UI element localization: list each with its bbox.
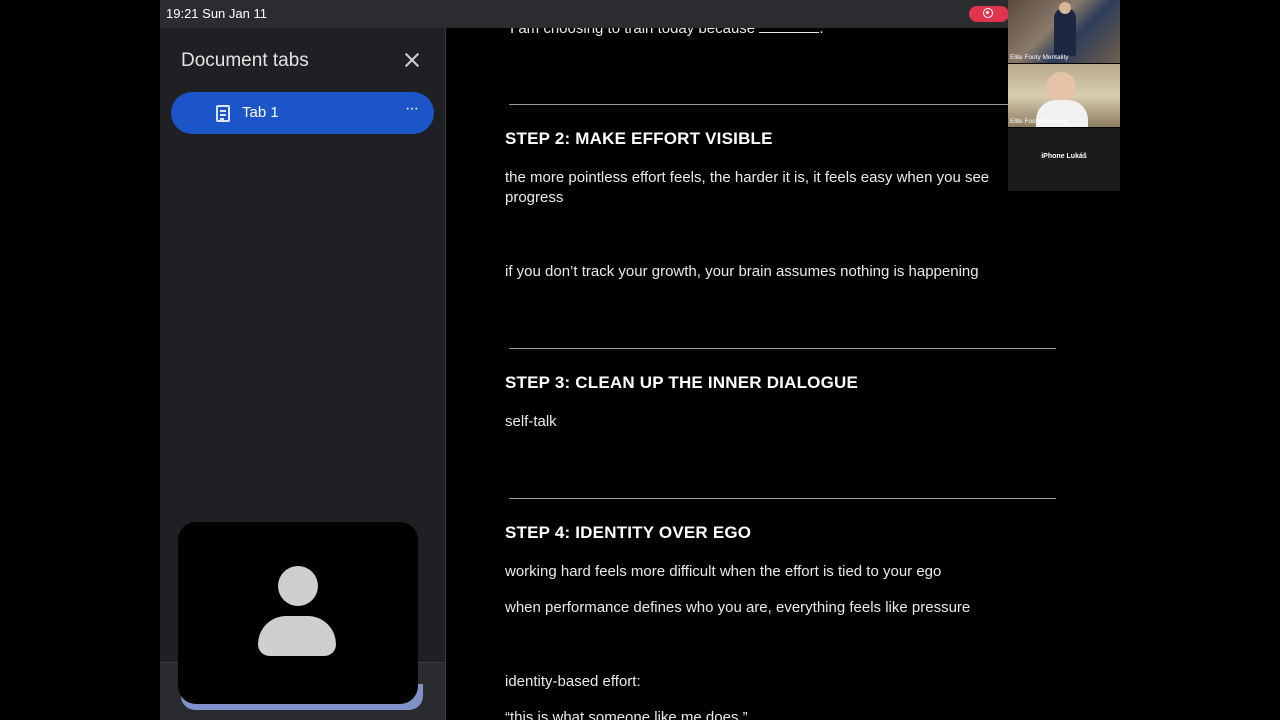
close-icon[interactable] [402,50,422,70]
step-heading: STEP 4: IDENTITY OVER EGO [505,523,752,542]
participant-name: iPhone Lukáš [1041,153,1087,160]
participant-video-2[interactable]: Elite Footy Mentality [1008,64,1120,127]
tab-label: Tab 1 [242,104,279,121]
doc-paragraph: when performance defines who you are, ev… [505,599,971,616]
participant-caption: Elite Footy Mentality [1010,54,1069,61]
participant-video-3[interactable]: iPhone Lukáš [1008,128,1120,191]
participant-video-1[interactable]: Elite Footy Mentality [1008,0,1120,63]
doc-line: “I am choosing to train today because . [505,28,1045,39]
fill-blank [759,28,820,33]
screen-record-indicator[interactable] [969,6,1009,22]
doc-paragraph: self-talk [505,413,557,430]
status-bar: 19:21 Sun Jan 11 [160,0,1120,28]
doc-line-suffix: . [819,28,824,37]
doc-paragraph: if you don’t track your growth, your bra… [505,263,979,280]
divider [509,104,1056,105]
tab-item-1[interactable]: Tab 1 ··· [171,92,434,134]
ipad-screen: 19:21 Sun Jan 11 Document tabs Tab 1 ···… [160,0,1120,720]
doc-paragraph: “this is what someone like me does.” [505,709,748,720]
panel-title: Document tabs [181,50,309,71]
person-icon-body [258,616,336,656]
participant-face [1046,72,1076,102]
step-heading: STEP 3: CLEAN UP THE INNER DIALOGUE [505,373,859,392]
self-video-tile[interactable] [178,522,418,704]
person-icon [278,566,318,606]
record-icon [983,8,993,18]
doc-line-text: “I am choosing to train today because [505,28,760,37]
more-icon[interactable]: ··· [405,100,419,118]
divider [509,348,1056,349]
participant-figure [1054,2,1076,56]
doc-paragraph: identity-based effort: [505,673,641,690]
divider [509,498,1056,499]
doc-paragraph: the more pointless effort feels, the har… [505,169,990,206]
participant-caption: Elite Footy Mentality [1010,118,1069,125]
step-heading: STEP 2: MAKE EFFORT VISIBLE [505,129,773,148]
document-icon [216,105,230,122]
status-time: 19:21 Sun Jan 11 [166,6,267,21]
doc-paragraph: working hard feels more difficult when t… [505,563,942,580]
